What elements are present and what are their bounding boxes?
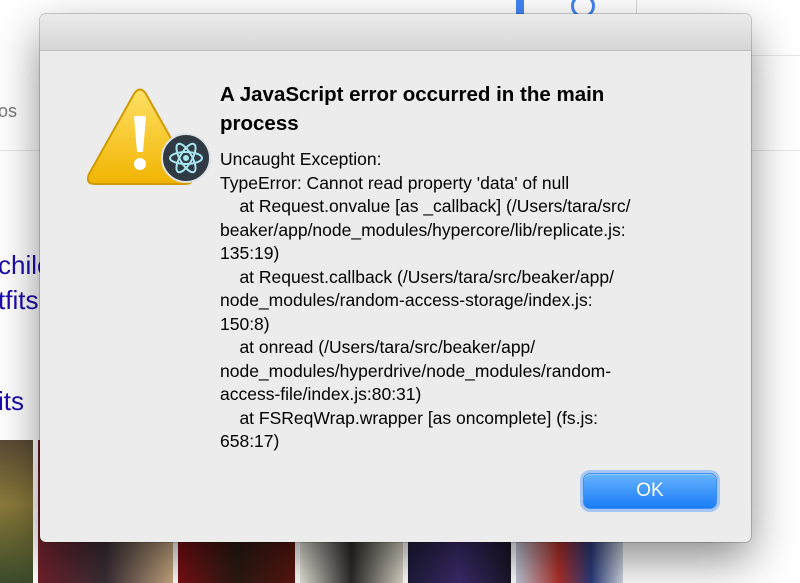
error-message: Uncaught Exception: TypeError: Cannot re… <box>220 149 631 451</box>
background-text-fragment: os <box>0 101 18 121</box>
dialog-title: A JavaScript error occurred in the main … <box>220 83 605 135</box>
error-dialog: A JavaScript error occurred in the main … <box>40 14 751 542</box>
background-link-fragment[interactable]: tfits <box>0 285 38 316</box>
warning-icon <box>86 88 211 185</box>
background-thumbnail[interactable] <box>0 440 33 583</box>
dialog-titlebar[interactable] <box>40 14 751 51</box>
electron-badge-icon <box>161 133 211 183</box>
background-link-fragment[interactable]: its <box>0 386 24 417</box>
background-divider <box>750 55 800 56</box>
ok-button[interactable]: OK <box>583 473 717 509</box>
